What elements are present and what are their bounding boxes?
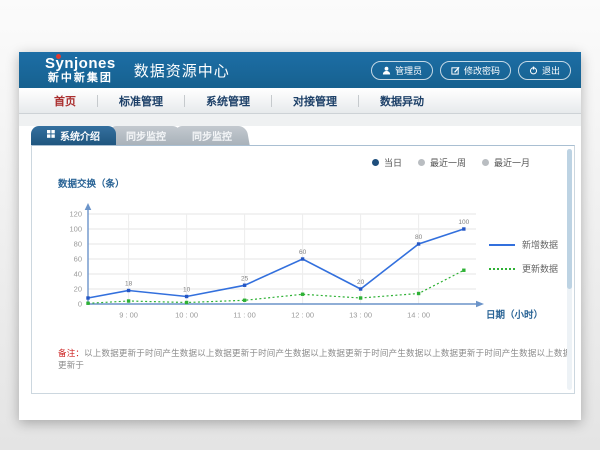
power-icon [529,66,538,75]
logo-wordmark: Synjones [45,56,116,71]
radio-dot-icon [372,159,379,166]
svg-text:10: 10 [183,287,191,294]
svg-text:60: 60 [74,255,82,264]
radio-last-month[interactable]: 最近一月 [482,156,530,169]
radio-label: 当日 [384,156,402,169]
svg-text:14 : 00: 14 : 00 [407,311,430,320]
main-nav: 首页 标准管理 系统管理 对接管理 数据异动 [19,88,581,114]
admin-user-label: 管理员 [395,64,422,77]
note-label: 备注： [58,348,84,358]
solid-line-icon [489,244,515,246]
content-panel: 当日 最近一周 最近一月 数据交换（条） 0 20 40 60 80 100 120 9 : … [31,145,575,394]
user-icon [382,66,391,75]
svg-text:11 : 00: 11 : 00 [233,311,255,320]
legend-label: 新增数据 [522,238,558,251]
page-title: 数据资源中心 [134,60,230,81]
svg-text:日期（小时）: 日期（小时） [486,309,543,321]
nav-item-system-management[interactable]: 系统管理 [185,93,271,109]
legend-item-update-data: 更新数据 [489,262,558,275]
header-actions: 管理员 修改密码 退出 [371,61,571,80]
radio-today[interactable]: 当日 [372,156,402,169]
svg-text:40: 40 [74,270,82,279]
radio-label: 最近一月 [494,156,530,169]
svg-text:20: 20 [74,285,82,294]
grid-icon [47,130,55,141]
logout-button[interactable]: 退出 [518,61,571,80]
svg-text:100: 100 [458,219,469,226]
logout-label: 退出 [542,64,560,77]
tab-sync-monitor-1[interactable]: 同步监控 [110,126,182,145]
svg-text:60: 60 [299,249,307,256]
svg-text:18: 18 [125,281,133,288]
footer-note: 备注：以上数据更新于时间产生数据以上数据更新于时间产生数据以上数据更新于时间产生… [58,347,574,371]
time-range-filter: 当日 最近一周 最近一月 [372,156,530,169]
svg-text:13 : 00: 13 : 00 [349,311,372,320]
radio-dot-icon [418,159,425,166]
radio-last-week[interactable]: 最近一周 [418,156,466,169]
svg-text:9 : 00: 9 : 00 [119,311,138,320]
radio-dot-icon [482,159,489,166]
app-window: Synjones 新中新集团 数据资源中心 管理员 修改密码 [19,52,581,420]
admin-user-button[interactable]: 管理员 [371,61,433,80]
tab-system-intro[interactable]: 系统介绍 [31,126,116,145]
company-logo: Synjones 新中新集团 [45,56,116,84]
edit-icon [451,66,460,75]
svg-text:12 : 00: 12 : 00 [291,311,314,320]
tab-label: 同步监控 [192,128,232,143]
legend-item-new-data: 新增数据 [489,238,558,251]
nav-item-home[interactable]: 首页 [33,93,97,109]
svg-text:25: 25 [241,275,249,282]
nav-item-data-change[interactable]: 数据异动 [359,93,445,109]
chart-y-axis-title: 数据交换（条） [58,176,574,190]
tab-label: 同步监控 [126,128,166,143]
logo-subtext: 新中新集团 [48,73,113,84]
app-header: Synjones 新中新集团 数据资源中心 管理员 修改密码 [19,52,581,88]
legend-label: 更新数据 [522,262,558,275]
tab-label: 系统介绍 [60,128,100,143]
logo-red-dot-icon [56,54,61,59]
tab-sync-monitor-2[interactable]: 同步监控 [176,126,248,145]
svg-text:80: 80 [415,234,423,241]
svg-text:20: 20 [357,279,365,286]
radio-label: 最近一周 [430,156,466,169]
spacer-strip [19,114,581,126]
tab-bar: 系统介绍 同步监控 同步监控 [19,126,581,145]
change-password-button[interactable]: 修改密码 [440,61,511,80]
svg-text:0: 0 [78,300,82,309]
scrollbar-thumb[interactable] [567,149,572,289]
svg-text:80: 80 [74,240,82,249]
panel-scrollbar[interactable] [567,149,572,390]
nav-item-standard-management[interactable]: 标准管理 [98,93,184,109]
svg-text:10 : 00: 10 : 00 [175,311,198,320]
dotted-line-icon [489,268,515,270]
note-text: 以上数据更新于时间产生数据以上数据更新于时间产生数据以上数据更新于时间产生数据以… [58,348,571,370]
chart-legend: 新增数据 更新数据 [489,238,558,275]
nav-item-interface-management[interactable]: 对接管理 [272,93,358,109]
change-password-label: 修改密码 [464,64,500,77]
svg-text:120: 120 [69,210,82,219]
svg-text:100: 100 [69,225,82,234]
